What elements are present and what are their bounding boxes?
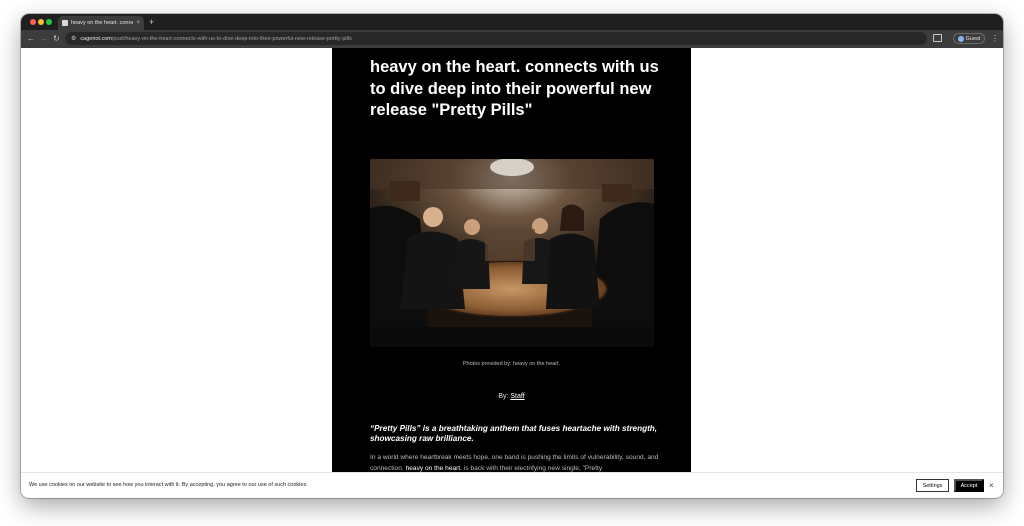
close-window-button[interactable] (30, 19, 36, 25)
profile-button[interactable]: Guest (953, 33, 985, 44)
url-host: cageriot.com (80, 35, 112, 42)
guest-avatar-icon (957, 35, 964, 42)
active-tab[interactable]: heavy on the heart. connects × (58, 16, 144, 30)
url-text: cageriot.com/post/heavy-on-the-heart-con… (80, 36, 351, 42)
tab-close-icon[interactable]: × (136, 20, 140, 26)
address-bar[interactable]: ⚙ cageriot.com/post/heavy-on-the-heart-c… (65, 32, 927, 45)
more-menu-icon[interactable]: ⋮ (991, 33, 999, 44)
site-info-icon[interactable]: ⚙ (71, 35, 76, 42)
minimize-window-button[interactable] (38, 19, 44, 25)
browser-window: heavy on the heart. connects × + ← → ↻ ⚙… (21, 14, 1003, 498)
tab-title: heavy on the heart. connects (71, 20, 133, 26)
cookie-message: We use cookies on our website to see how… (29, 482, 308, 488)
forward-arrow-icon[interactable]: → (40, 33, 48, 45)
cookie-accept-button[interactable]: Accept (954, 479, 984, 492)
url-path: /post/heavy-on-the-heart-connects-with-u… (111, 35, 352, 42)
profile-label: Guest (965, 35, 981, 42)
band-photo (370, 159, 654, 347)
browser-toolbar: ← → ↻ ⚙ cageriot.com/post/heavy-on-the-h… (21, 30, 1003, 48)
cookie-settings-button[interactable]: Settings (916, 479, 949, 492)
article-lede: “Pretty Pills” is a breathtaking anthem … (370, 424, 658, 443)
page-viewport: heavy on the heart. connects with us to … (21, 48, 1003, 498)
tab-strip: heavy on the heart. connects × + (21, 14, 1003, 30)
back-arrow-icon[interactable]: ← (27, 33, 35, 45)
photo-caption: Photos provided by: heavy on the heart. (462, 361, 561, 367)
band-photo-illustration (370, 159, 654, 347)
body-text-part2: is back with their electrifying new sing… (462, 465, 603, 472)
article-headline: heavy on the heart. connects with us to … (370, 58, 659, 119)
cookie-banner: We use cookies on our website to see how… (21, 472, 1003, 498)
article-body: In a world where heartbreak meets hope, … (370, 452, 660, 474)
band-name-emphasis: heavy on the heart. (405, 465, 463, 472)
maximize-window-button[interactable] (46, 19, 52, 25)
reload-icon[interactable]: ↻ (53, 33, 60, 45)
site-favicon-icon (62, 20, 68, 26)
byline-prefix: By: (498, 393, 511, 400)
byline: By: Staff (332, 393, 691, 400)
side-panel-icon[interactable] (933, 34, 942, 42)
new-tab-button[interactable]: + (149, 16, 154, 28)
article-column: heavy on the heart. connects with us to … (332, 48, 691, 498)
cookie-close-icon[interactable]: × (989, 479, 994, 492)
author-link[interactable]: Staff (510, 393, 524, 400)
